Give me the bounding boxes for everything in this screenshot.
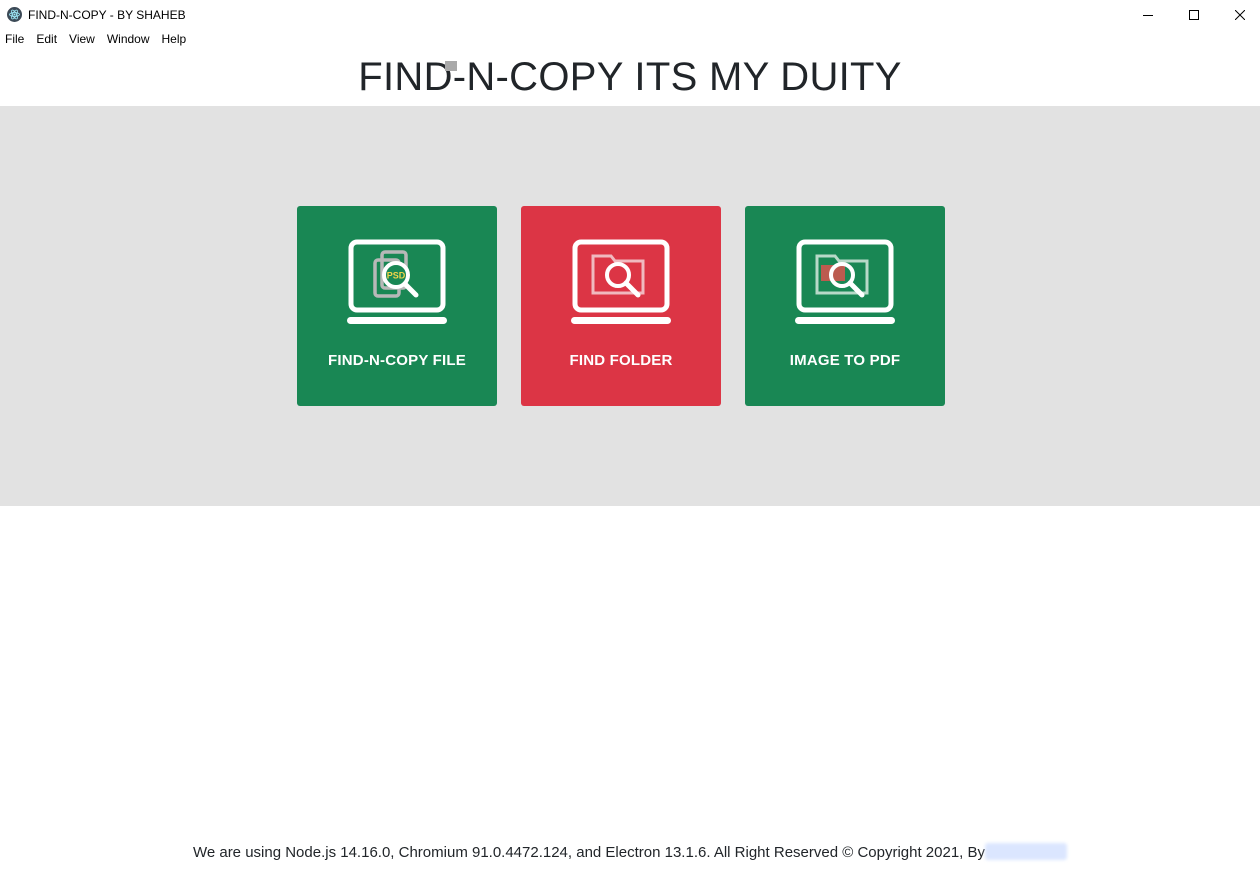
minimize-button[interactable] [1125, 0, 1171, 29]
footer-author-redacted [985, 843, 1068, 860]
window-title: FIND-N-COPY - BY SHAHEB [28, 8, 186, 22]
menu-edit[interactable]: Edit [30, 29, 63, 50]
find-folder-tile[interactable]: FIND FOLDER [521, 206, 721, 406]
menu-view[interactable]: View [63, 29, 101, 50]
app-icon [7, 7, 22, 22]
page-title: FIND-N-COPY ITS MY DUITY [358, 55, 902, 99]
footer-text: We are using Node.js 14.16.0, Chromium 9… [192, 844, 986, 861]
tile-label: FIND-N-COPY FILE [328, 352, 466, 369]
tools-section: PSD FIND-N-COPY FILE FIND FOLDER IMAGE T… [0, 106, 1260, 506]
menu-file[interactable]: File [0, 29, 30, 50]
image-to-pdf-tile[interactable]: IMAGE TO PDF [745, 206, 945, 406]
menu-help[interactable]: Help [156, 29, 193, 50]
tile-label: IMAGE TO PDF [789, 352, 901, 369]
tile-label: FIND FOLDER [569, 352, 673, 369]
maximize-button[interactable] [1171, 0, 1217, 29]
close-button[interactable] [1217, 0, 1260, 29]
laptop-file-search-icon: PSD [347, 239, 447, 324]
menu-bar: File Edit View Window Help [0, 29, 1260, 50]
find-n-copy-file-tile[interactable]: PSD FIND-N-COPY FILE [297, 206, 497, 406]
laptop-image-pdf-search-icon [795, 239, 895, 324]
footer: We are using Node.js 14.16.0, Chromium 9… [0, 843, 1260, 861]
menu-window[interactable]: Window [101, 29, 156, 50]
laptop-folder-search-icon [571, 239, 671, 324]
minimize-icon [1143, 14, 1153, 16]
window-titlebar: FIND-N-COPY - BY SHAHEB [0, 0, 1260, 29]
cursor-marker [445, 61, 457, 71]
maximize-icon [1189, 9, 1199, 20]
psd-badge: PSD [387, 271, 406, 281]
close-icon [1235, 9, 1245, 20]
